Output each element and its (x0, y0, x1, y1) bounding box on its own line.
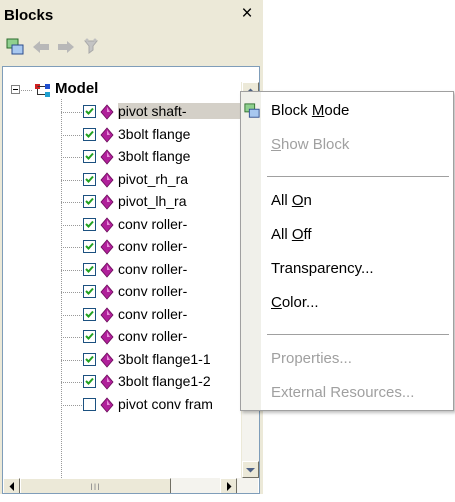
tree-item[interactable]: pivot shaft- (3, 101, 243, 123)
tree-item[interactable]: 3bolt flange1-1 (3, 349, 243, 371)
menu-item-all-on[interactable]: All On (241, 188, 453, 214)
tree-item[interactable]: conv roller- (3, 304, 243, 326)
tree-item-label: conv roller- (118, 215, 188, 232)
menu-item-label: Block Mode (271, 102, 350, 119)
menu-item-label: Show Block (271, 136, 350, 153)
menu-item-label: Properties... (271, 350, 352, 367)
panel-title: Blocks (4, 7, 54, 24)
tree-item-checkbox[interactable] (83, 375, 96, 388)
block-diamond-icon (100, 239, 114, 255)
menu-item-label: Transparency... (271, 260, 374, 277)
panel-titlebar: Blocks × (0, 0, 262, 30)
tree-item-checkbox[interactable] (83, 352, 96, 366)
block-diamond-icon (100, 329, 114, 345)
scroll-down-icon[interactable] (242, 461, 259, 478)
tree-item-checkbox[interactable] (83, 330, 96, 343)
scroll-thumb-grip: III (90, 481, 101, 492)
tree-item[interactable]: conv roller- (3, 326, 243, 348)
menu-item-external-resources[interactable]: External Resources... (241, 380, 453, 406)
tree-item-label: conv roller- (118, 328, 188, 344)
collapse-icon[interactable] (11, 85, 20, 94)
block-diamond-icon (100, 126, 114, 143)
tree-item-label: conv roller- (118, 305, 188, 322)
scroll-left-icon[interactable] (3, 478, 20, 493)
tree-item-checkbox[interactable] (83, 105, 96, 118)
menu-item-all-off[interactable]: All Off (241, 222, 453, 248)
tree-item[interactable]: pivot_lh_ra (3, 191, 243, 213)
tree-item-checkbox[interactable] (83, 150, 96, 163)
tree-item-checkbox[interactable] (83, 240, 96, 253)
panel-toolbar (0, 32, 262, 62)
block-tree: Model pivot shaft- 3bolt flange 3bolt flan… (2, 66, 260, 494)
tree-item-label: pivot shaft- (118, 103, 242, 119)
block-diamond-icon (100, 104, 114, 120)
tree-item[interactable]: conv roller- (3, 236, 243, 258)
tree-item-checkbox[interactable] (83, 172, 96, 186)
tree-item[interactable]: conv roller- (3, 214, 243, 236)
tree-item-label: conv roller- (118, 283, 188, 299)
tree-item-label: 3bolt flange1-2 (118, 373, 211, 389)
scroll-right-icon[interactable] (220, 478, 237, 493)
tree-root-model[interactable]: Model (3, 79, 239, 101)
tree-item-label: conv roller- (118, 238, 188, 254)
menu-separator (267, 176, 449, 177)
tree-item-checkbox[interactable] (83, 262, 96, 276)
tree-item-checkbox[interactable] (83, 217, 96, 231)
tree-item-checkbox[interactable] (83, 195, 96, 208)
model-icon (35, 84, 51, 98)
block-diamond-icon (100, 351, 114, 368)
tree-root-label: Model (55, 80, 99, 97)
menu-separator (267, 334, 449, 335)
tree-item-checkbox[interactable] (83, 285, 96, 298)
tree-item-label: 3bolt flange1-1 (118, 350, 211, 367)
tree-item-label: pivot_rh_ra (118, 170, 189, 187)
tree-item-label: conv roller- (118, 260, 188, 277)
horizontal-scrollbar[interactable]: III (3, 478, 258, 493)
menu-item-color[interactable]: Color... (241, 290, 453, 316)
menu-item-show-block[interactable]: Show Block (241, 132, 453, 158)
back-arrow-icon[interactable] (30, 36, 52, 58)
filter-icon[interactable] (80, 36, 102, 58)
tree-item[interactable]: pivot conv fram (3, 394, 243, 416)
menu-item-properties[interactable]: Properties... (241, 346, 453, 372)
block-diamond-icon (100, 216, 114, 233)
tree-item-checkbox[interactable] (83, 397, 96, 411)
tree-item-label: pivot_lh_ra (118, 193, 187, 209)
tree-item-label: 3bolt flange (118, 125, 191, 142)
block-diamond-icon (100, 194, 114, 210)
tree-item[interactable]: conv roller- (3, 259, 243, 281)
block-diamond-icon (100, 284, 114, 300)
tree-item-checkbox[interactable] (83, 127, 96, 141)
block-diamond-icon (100, 149, 114, 165)
menu-item-label: Color... (271, 294, 319, 311)
tree-item[interactable]: conv roller- (3, 281, 243, 303)
block-mode-icon (244, 103, 260, 123)
forward-arrow-icon[interactable] (55, 36, 77, 58)
block-diamond-icon (100, 171, 114, 188)
menu-item-block-mode[interactable]: Block Mode (241, 98, 453, 124)
block-diamond-icon (100, 374, 114, 390)
block-mode-icon[interactable] (4, 36, 26, 58)
menu-item-label: All Off (271, 226, 312, 243)
menu-item-transparency[interactable]: Transparency... (241, 256, 453, 282)
tree-item[interactable]: 3bolt flange (3, 124, 243, 146)
block-diamond-icon (100, 306, 114, 323)
block-diamond-icon (100, 396, 114, 413)
menu-item-label: All On (271, 192, 312, 209)
tree-item-label: pivot conv fram (118, 395, 213, 412)
tree-item-label: 3bolt flange (118, 148, 191, 164)
block-diamond-icon (100, 261, 114, 278)
context-menu: Block Mode Show Block All On All Off Transpa… (240, 91, 454, 411)
tree-item[interactable]: 3bolt flange (3, 146, 243, 168)
close-icon[interactable]: × (238, 4, 256, 24)
blocks-panel: Blocks × Model pivot shaft- 3bolt flange… (0, 0, 263, 494)
menu-item-label: External Resources... (271, 384, 415, 401)
horizontal-scroll-thumb[interactable]: III (20, 478, 171, 493)
tree-item-checkbox[interactable] (83, 307, 96, 321)
tree-item[interactable]: 3bolt flange1-2 (3, 371, 243, 393)
tree-item[interactable]: pivot_rh_ra (3, 169, 243, 191)
